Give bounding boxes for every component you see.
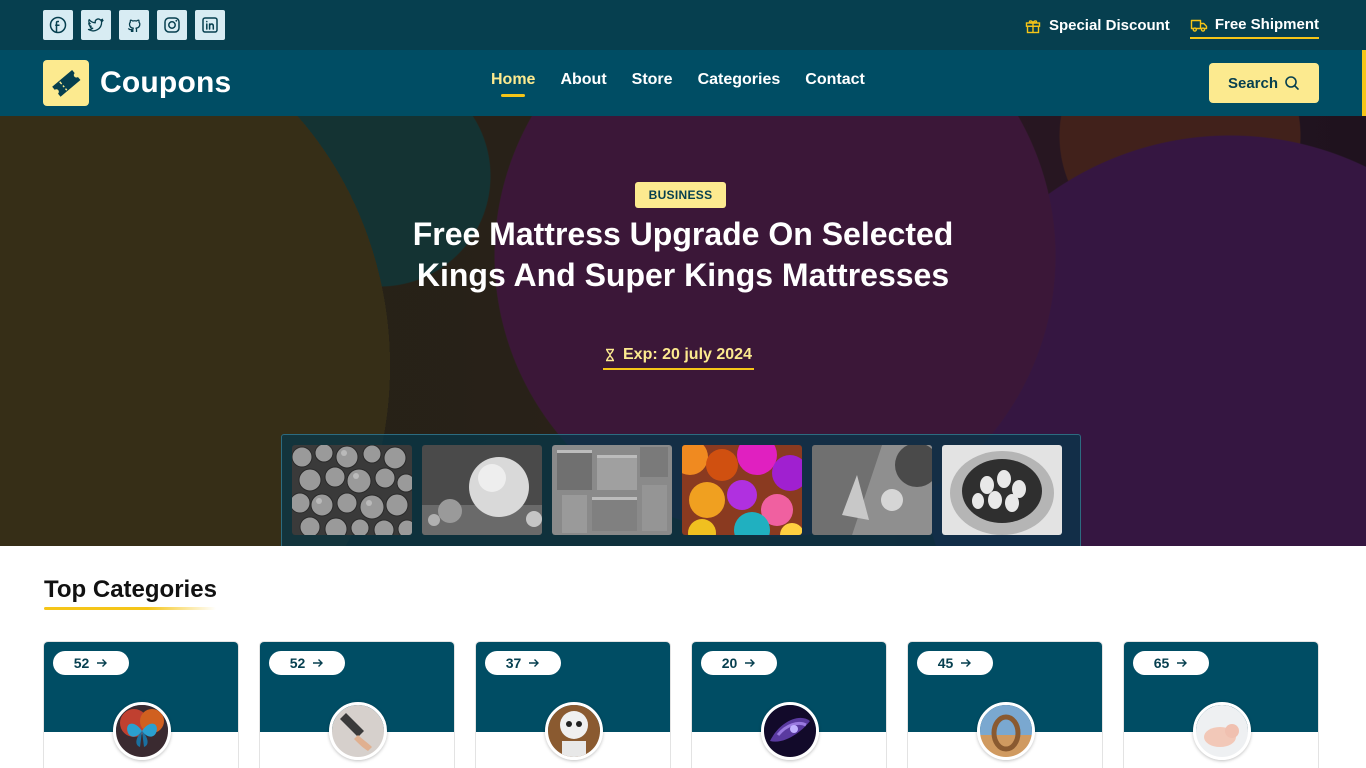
- top-bar: Special Discount Free Shipment: [0, 0, 1366, 50]
- section-title: Top Categories: [44, 576, 217, 603]
- arrow-right-icon: [529, 659, 540, 667]
- facebook-icon: [49, 16, 67, 34]
- arrow-right-icon: [1177, 659, 1188, 667]
- instagram-icon: [164, 17, 180, 33]
- free-shipment-link[interactable]: Free Shipment: [1189, 12, 1319, 39]
- thumbnail-blocks[interactable]: [552, 445, 672, 535]
- main-navbar: Coupons Home About Store Categories Cont…: [0, 50, 1366, 116]
- arrow-right-icon: [961, 659, 972, 667]
- thumbnail-colorful-circles[interactable]: [682, 445, 802, 535]
- category-card[interactable]: 52: [43, 641, 239, 768]
- logo-mark: [43, 60, 89, 106]
- special-discount-link[interactable]: Special Discount: [1024, 13, 1170, 39]
- hero-title[interactable]: Free Mattress Upgrade On Selected Kings …: [383, 214, 983, 296]
- count-value: 20: [721, 655, 738, 671]
- free-shipment-label: Free Shipment: [1214, 16, 1319, 33]
- logo-text: Coupons: [100, 66, 232, 99]
- github-icon: [127, 19, 141, 32]
- ticket-icon: [52, 70, 81, 97]
- category-image-butterfly: [113, 702, 171, 760]
- github-link[interactable]: [119, 10, 149, 40]
- instagram-link[interactable]: [157, 10, 187, 40]
- count-value: 45: [937, 655, 954, 671]
- thumbnail-pearl[interactable]: [422, 445, 542, 535]
- coupon-count[interactable]: 45: [917, 651, 993, 675]
- thumbnail-spheres[interactable]: [292, 445, 412, 535]
- category-card[interactable]: 65: [1123, 641, 1319, 768]
- truck-icon: [1190, 19, 1208, 32]
- category-image-abstract: [761, 702, 819, 760]
- thumbnail-bowl-eggs[interactable]: [942, 445, 1062, 535]
- logo[interactable]: Coupons: [43, 60, 231, 106]
- nav-store[interactable]: Store: [632, 71, 673, 97]
- nav-about[interactable]: About: [560, 71, 606, 97]
- category-card[interactable]: 45: [907, 641, 1103, 768]
- facebook-link[interactable]: [43, 10, 73, 40]
- special-discount-label: Special Discount: [1048, 17, 1170, 34]
- gift-icon: [1025, 19, 1041, 33]
- category-image-desert-ring: [977, 702, 1035, 760]
- category-card[interactable]: 52: [259, 641, 455, 768]
- coupon-count[interactable]: 65: [1133, 651, 1209, 675]
- twitter-link[interactable]: [81, 10, 111, 40]
- linkedin-link[interactable]: [195, 10, 225, 40]
- count-value: 52: [73, 655, 90, 671]
- category-card[interactable]: 20: [691, 641, 887, 768]
- nav-categories[interactable]: Categories: [698, 71, 781, 97]
- count-value: 65: [1153, 655, 1170, 671]
- category-image-robot: [545, 702, 603, 760]
- coupon-count[interactable]: 37: [485, 651, 561, 675]
- nav-menu: Home About Store Categories Contact: [491, 71, 865, 97]
- hero-thumbnails: [281, 434, 1081, 546]
- nav-contact[interactable]: Contact: [805, 71, 865, 97]
- social-links: [43, 10, 225, 40]
- coupon-count[interactable]: 52: [53, 651, 129, 675]
- arrow-right-icon: [313, 659, 324, 667]
- expiry-date: Exp: 20 july 2024: [603, 342, 754, 370]
- title-underline: [44, 607, 216, 610]
- search-icon: [1285, 76, 1299, 90]
- linkedin-icon: [202, 17, 218, 33]
- coupon-count[interactable]: 52: [269, 651, 345, 675]
- count-value: 37: [505, 655, 522, 671]
- arrow-right-icon: [97, 659, 108, 667]
- category-image-baby: [1193, 702, 1251, 760]
- search-button[interactable]: Search: [1209, 63, 1319, 103]
- thumbnail-geometric[interactable]: [812, 445, 932, 535]
- count-value: 52: [289, 655, 306, 671]
- category-badge[interactable]: BUSINESS: [635, 182, 726, 208]
- hourglass-icon: [606, 348, 614, 362]
- nav-home[interactable]: Home: [491, 71, 535, 97]
- hero-banner: BUSINESS Free Mattress Upgrade On Select…: [0, 116, 1366, 546]
- category-image-hand: [329, 702, 387, 760]
- twitter-icon: [87, 18, 104, 32]
- top-links: Special Discount Free Shipment: [1024, 12, 1319, 39]
- coupon-count[interactable]: 20: [701, 651, 777, 675]
- search-button-label: Search: [1227, 74, 1279, 92]
- arrow-right-icon: [745, 659, 756, 667]
- category-card[interactable]: 37: [475, 641, 671, 768]
- expiry-label: Exp: 20 july 2024: [623, 346, 752, 363]
